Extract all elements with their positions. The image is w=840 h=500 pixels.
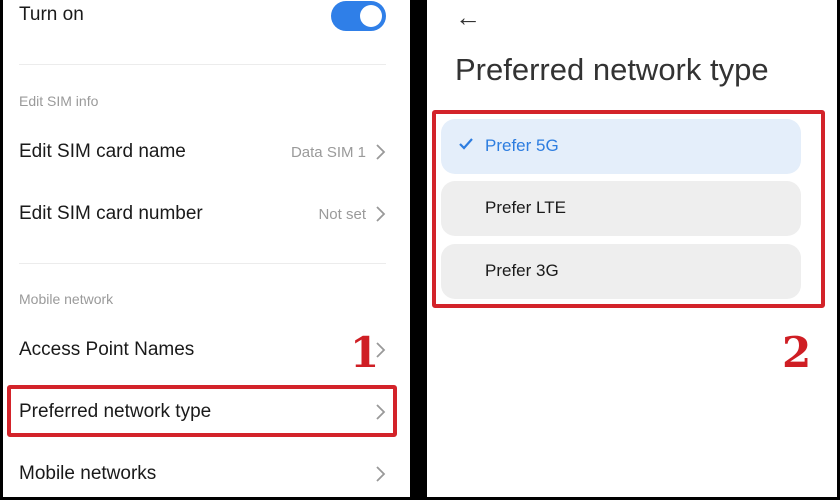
chevron-right-icon	[376, 144, 386, 160]
highlight-box-options	[432, 110, 825, 308]
divider	[19, 263, 386, 264]
edit-sim-card-number-value: Not set	[318, 206, 366, 223]
section-label-edit-sim: Edit SIM info	[19, 93, 99, 109]
toggle-knob	[360, 5, 382, 27]
divider	[19, 64, 386, 65]
chevron-right-icon	[376, 206, 386, 222]
edit-sim-card-name-value: Data SIM 1	[290, 144, 366, 161]
turn-on-toggle[interactable]	[331, 1, 386, 31]
access-point-names-label: Access Point Names	[19, 339, 195, 360]
mobile-networks-label: Mobile networks	[19, 463, 157, 484]
edit-sim-card-number-label: Edit SIM card number	[19, 203, 203, 224]
section-label-mobile-network: Mobile network	[19, 291, 114, 307]
sim-settings-panel: Turn on Edit SIM info Edit SIM card name…	[3, 0, 410, 497]
step-marker-1: 1	[350, 328, 380, 377]
step-marker-2: 2	[782, 328, 812, 377]
edit-sim-card-name-label: Edit SIM card name	[19, 141, 186, 162]
page-title: Preferred network type	[455, 52, 769, 87]
back-arrow-icon[interactable]: ←	[455, 2, 481, 33]
highlight-box-preferred-network-type	[7, 385, 397, 437]
preferred-network-type-panel: ← Preferred network type Prefer 5G Prefe…	[427, 0, 837, 497]
chevron-right-icon	[376, 466, 386, 482]
turn-on-label: Turn on	[19, 4, 84, 25]
